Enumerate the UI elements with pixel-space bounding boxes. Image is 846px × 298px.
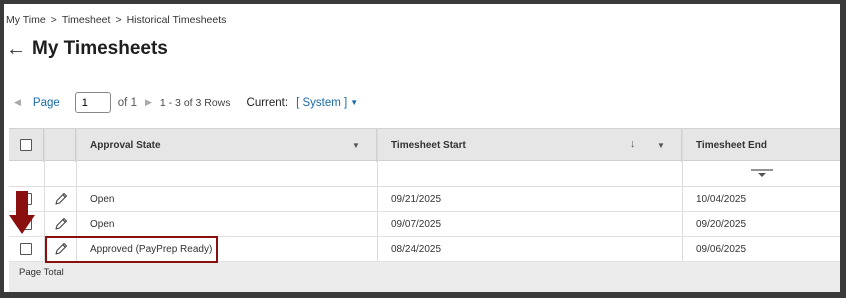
prev-page-icon[interactable]: ◀ [14,97,21,108]
timesheet-start-cell: 09/07/2025 [391,219,442,230]
page-total-label: Page Total [19,267,64,278]
pencil-icon[interactable] [53,191,69,207]
app-window: My Time > Timesheet > Historical Timesheets … [0,0,846,298]
down-arrow-icon [9,191,35,234]
page-title: My Timesheets [32,38,168,59]
header-select [9,129,44,162]
pencil-icon[interactable] [53,216,69,232]
table-footer [9,262,840,292]
breadcrumb: My Time > Timesheet > Historical Timesheets [6,14,226,26]
approval-state-cell: Open [90,194,115,205]
chevron-down-icon[interactable]: ▼ [350,98,358,107]
current-view-label: Current: [246,96,289,109]
timesheet-end-cell: 09/20/2025 [696,219,747,230]
breadcrumb-historical-timesheets[interactable]: Historical Timesheets [127,14,227,26]
pencil-icon[interactable] [53,241,69,257]
approval-state-cell: Approved (PayPrep Ready) [90,244,213,255]
breadcrumb-separator: > [50,14,57,26]
table-header: Approval State ▼ Timesheet Start ↓ ▼ Tim… [9,128,840,162]
header-timesheet-end-label: Timesheet End [696,140,767,151]
header-approval-state-label: Approval State [90,140,161,151]
next-page-icon[interactable]: ▶ [145,97,152,108]
page-number-input[interactable] [74,92,111,113]
current-view-selector[interactable]: [ System ] [296,97,347,109]
header-approval-state[interactable]: Approval State ▼ [76,129,377,162]
breadcrumb-separator: > [115,14,122,26]
timesheet-start-cell: 08/24/2025 [391,244,442,255]
approval-state-cell: Open [90,219,115,230]
breadcrumb-timesheet[interactable]: Timesheet [62,14,111,26]
back-arrow-icon[interactable]: ← [6,39,26,59]
select-all-checkbox[interactable] [20,139,32,151]
table-row[interactable]: Open 09/21/2025 10/04/2025 [9,187,840,212]
sort-down-icon[interactable]: ↓ [630,138,636,150]
table-row[interactable]: Open 09/07/2025 09/20/2025 [9,212,840,237]
header-edit [44,129,76,162]
filter-icon[interactable] [751,169,773,179]
header-timesheet-end[interactable]: Timesheet End [682,129,840,162]
timesheet-end-cell: 10/04/2025 [696,194,747,205]
pagination-bar: ◀ Page of 1 ▶ 1 - 3 of 3 Rows Current: [… [14,92,358,113]
page-label: Page [32,96,60,109]
header-timesheet-start[interactable]: Timesheet Start ↓ ▼ [377,129,682,162]
breadcrumb-my-time[interactable]: My Time [6,14,46,26]
dropdown-icon[interactable]: ▼ [657,141,665,150]
timesheet-end-cell: 09/06/2025 [696,244,747,255]
title-row: ← My Timesheets [6,38,168,60]
row-count-label: 1 - 3 of 3 Rows [159,96,231,109]
filter-row [9,161,840,187]
page-count-label: of 1 [117,96,137,109]
header-timesheet-start-label: Timesheet Start [391,140,466,151]
table-row[interactable]: Approved (PayPrep Ready) 08/24/2025 09/0… [9,237,840,262]
row-checkbox[interactable] [20,243,32,255]
dropdown-icon[interactable]: ▼ [352,141,360,150]
timesheet-start-cell: 09/21/2025 [391,194,442,205]
